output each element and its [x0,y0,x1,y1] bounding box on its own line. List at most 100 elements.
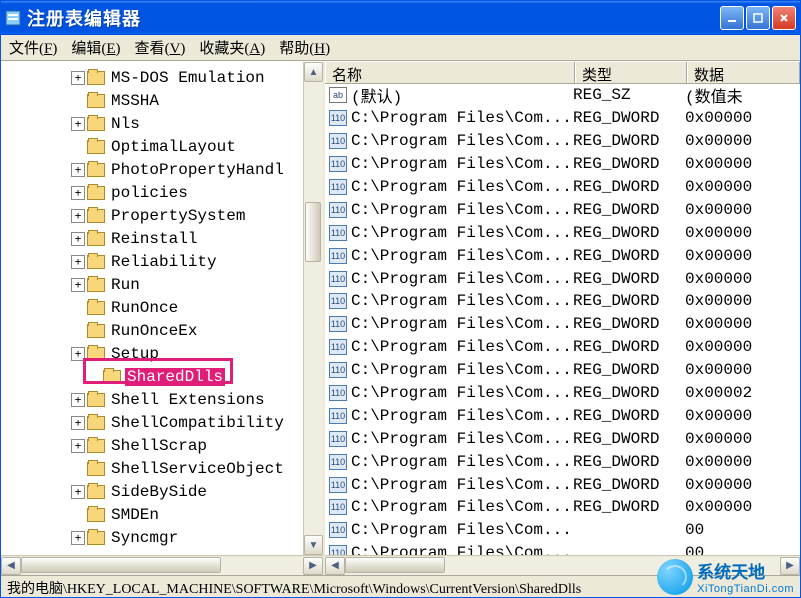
tree-item[interactable]: +policies [1,181,303,204]
tree-item[interactable]: +SideBySide [1,480,303,503]
tree-item[interactable]: + ShellScrap [1,434,303,457]
tree-item[interactable]: +Setup [1,342,303,365]
value-row[interactable]: 110C:\Program Files\Com...REG_DWORD0x000… [325,359,800,382]
tree-item[interactable]: +PhotoPropertyHandl [1,158,303,181]
tree-item[interactable]: RunOnce [1,296,303,319]
col-name[interactable]: 名称 [325,62,575,83]
scroll-right-icon[interactable]: ▶ [303,557,323,575]
value-name: C:\Program Files\Com... [351,315,573,333]
tree-vscroll[interactable]: ▲ ▼ [303,62,323,555]
tree-spacer [71,508,85,522]
tree-item-label: Shell Extensions [109,391,267,409]
tree-item[interactable]: +Reliability [1,250,303,273]
tree-item[interactable]: SMDEn [1,503,303,526]
value-name: C:\Program Files\Com... [351,430,573,448]
hscroll-thumb[interactable] [345,557,445,573]
minimize-button[interactable] [720,6,744,30]
close-button[interactable] [772,6,796,30]
column-headers[interactable]: 名称 类型 数据 [325,62,800,84]
value-data: 0x00000 [685,155,800,173]
menu-favorites[interactable]: 收藏夹(A) [199,37,265,58]
value-row[interactable]: 110C:\Program Files\Com...REG_DWORD0x000… [325,244,800,267]
menu-help[interactable]: 帮助(H) [279,37,330,58]
tree-item-label: Reinstall [109,230,199,248]
menu-view[interactable]: 查看(V) [135,37,186,58]
tree-item[interactable]: +Nls [1,112,303,135]
expand-icon[interactable]: + [71,393,85,407]
scroll-left-icon[interactable]: ◀ [1,557,21,575]
tree-item[interactable]: + Shell Extensions [1,388,303,411]
expand-icon[interactable]: + [71,163,85,177]
value-row[interactable]: 110C:\Program Files\Com...REG_DWORD0x000… [325,290,800,313]
tree-item-label: ShellScrap [109,437,209,455]
value-row[interactable]: 110C:\Program Files\Com...REG_DWORD0x000… [325,313,800,336]
col-data[interactable]: 数据 [687,62,800,83]
value-row[interactable]: 110C:\Program Files\Com...REG_DWORD0x000… [325,176,800,199]
expand-icon[interactable]: + [71,186,85,200]
tree-item[interactable]: +Syncmgr [1,526,303,549]
col-type[interactable]: 类型 [575,62,687,83]
titlebar[interactable]: 注册表编辑器 [1,1,800,35]
value-row[interactable]: 110C:\Program Files\Com...REG_DWORD0x000… [325,473,800,496]
expand-icon[interactable]: + [71,485,85,499]
expand-icon[interactable]: + [71,439,85,453]
scroll-up-icon[interactable]: ▲ [304,62,323,82]
value-name: C:\Program Files\Com... [351,292,573,310]
tree-item[interactable]: RunOnceEx [1,319,303,342]
scroll-left-icon[interactable]: ◀ [325,557,345,575]
value-data: 0x00000 [685,315,800,333]
expand-icon[interactable]: + [71,347,85,361]
expand-icon[interactable]: + [71,117,85,131]
value-row[interactable]: 110C:\Program Files\Com...REG_DWORD0x000… [325,427,800,450]
value-row[interactable]: 110C:\Program Files\Com...REG_DWORD0x000… [325,382,800,405]
tree-item[interactable]: +ShellCompatibility [1,411,303,434]
vscroll-thumb[interactable] [305,202,321,262]
value-row[interactable]: 110C:\Program Files\Com...00 [325,542,800,555]
value-row[interactable]: 110C:\Program Files\Com...REG_DWORD0x000… [325,450,800,473]
expand-icon[interactable]: + [71,255,85,269]
tree-item[interactable]: SharedDlls [1,365,303,388]
value-row[interactable]: 110C:\Program Files\Com...REG_DWORD0x000… [325,496,800,519]
tree-item[interactable]: +Run [1,273,303,296]
value-type: REG_DWORD [573,476,685,494]
scroll-down-icon[interactable]: ▼ [304,535,323,555]
maximize-button[interactable] [746,6,770,30]
expand-icon[interactable]: + [71,71,85,85]
expand-icon[interactable]: + [71,416,85,430]
tree-item[interactable]: + Reinstall [1,227,303,250]
registry-tree[interactable]: +MS-DOS EmulationMSSHA+NlsOptimalLayout+… [1,62,303,555]
value-row[interactable]: 110C:\Program Files\Com...REG_DWORD0x000… [325,221,800,244]
value-row[interactable]: 110C:\Program Files\Com...REG_DWORD0x000… [325,107,800,130]
window: 注册表编辑器 文件(F) 编辑(E) 查看(V) 收藏夹(A) 帮助(H) +M… [0,0,801,598]
values-list[interactable]: ab(默认)REG_SZ(数值未110C:\Program Files\Com.… [325,84,800,555]
menu-edit[interactable]: 编辑(E) [71,37,120,58]
value-row[interactable]: 110C:\Program Files\Com...REG_DWORD0x000… [325,404,800,427]
expand-icon[interactable]: + [71,531,85,545]
value-row[interactable]: 110C:\Program Files\Com...00 [325,519,800,542]
tree-item[interactable]: MSSHA [1,89,303,112]
binary-value-icon: 110 [329,431,347,447]
value-name: (默认) [351,84,573,107]
value-type: REG_DWORD [573,109,685,127]
expand-icon[interactable]: + [71,232,85,246]
value-row[interactable]: ab(默认)REG_SZ(数值未 [325,84,800,107]
app-icon [5,10,21,26]
tree-item[interactable]: +PropertySystem [1,204,303,227]
tree-item[interactable]: ShellServiceObject [1,457,303,480]
expand-icon[interactable]: + [71,278,85,292]
binary-value-icon: 110 [329,316,347,332]
watermark-text1: 系统天地 [697,558,794,583]
hscroll-thumb[interactable] [21,557,221,573]
tree-item[interactable]: OptimalLayout [1,135,303,158]
value-row[interactable]: 110C:\Program Files\Com...REG_DWORD0x000… [325,336,800,359]
tree-hscroll[interactable]: ◀ ▶ [1,555,323,575]
menu-file[interactable]: 文件(F) [9,37,57,58]
value-name: C:\Program Files\Com... [351,407,573,425]
value-row[interactable]: 110C:\Program Files\Com...REG_DWORD0x000… [325,267,800,290]
value-row[interactable]: 110C:\Program Files\Com...REG_DWORD0x000… [325,130,800,153]
tree-spacer [71,462,85,476]
expand-icon[interactable]: + [71,209,85,223]
value-row[interactable]: 110C:\Program Files\Com...REG_DWORD0x000… [325,198,800,221]
tree-item[interactable]: +MS-DOS Emulation [1,66,303,89]
value-row[interactable]: 110C:\Program Files\Com...REG_DWORD0x000… [325,153,800,176]
